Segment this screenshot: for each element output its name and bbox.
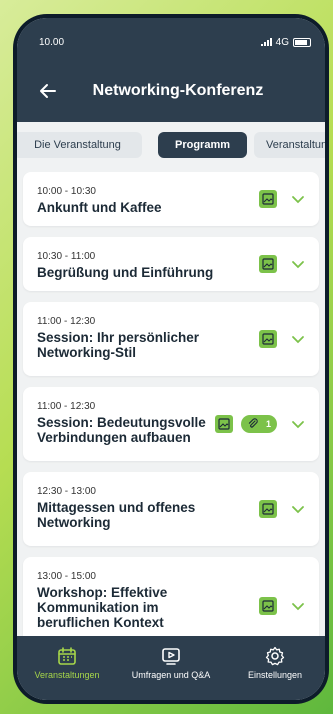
status-indicators: 4G	[260, 36, 311, 48]
chevron-down-icon[interactable]	[291, 502, 305, 516]
chevron-down-icon[interactable]	[291, 192, 305, 206]
image-icon[interactable]	[259, 330, 277, 348]
gear-icon	[265, 646, 285, 666]
nav-label: Umfragen und Q&A	[131, 670, 211, 680]
nav-label: Veranstaltungen	[34, 670, 100, 680]
tab-veranstaltungs[interactable]: Veranstaltungs	[254, 132, 325, 158]
session-time: 11:00 - 12:30	[37, 316, 96, 327]
tab-die-veranstaltung[interactable]: Die Veranstaltung	[17, 132, 142, 158]
chevron-down-icon[interactable]	[291, 417, 305, 431]
paperclip-icon	[248, 418, 258, 428]
session-card[interactable]: 10:30 - 11:00 Begrüßung und Einführung	[23, 237, 319, 291]
image-icon[interactable]	[215, 415, 233, 433]
tab-programm[interactable]: Programm	[158, 132, 247, 158]
network-type: 4G	[275, 36, 289, 48]
bottom-nav: Veranstaltungen Umfragen und Q&A Einstel…	[17, 636, 325, 700]
header-row: Networking-Konferenz	[17, 76, 325, 106]
phone-frame: 10.00 4G Networking-Konferenz Die Verans…	[13, 14, 329, 704]
session-list: 10:00 - 10:30 Ankunft und Kaffee 10:30 -…	[17, 172, 325, 636]
play-screen-icon	[162, 648, 180, 665]
nav-umfragen[interactable]: Umfragen und Q&A	[121, 646, 221, 680]
calendar-icon	[58, 647, 76, 665]
session-title: Workshop: Effektive Kommunikation im ber…	[37, 585, 168, 630]
session-time: 11:00 - 12:30	[37, 401, 96, 412]
attachment-badge[interactable]: 1	[241, 415, 277, 433]
session-card[interactable]: 11:00 - 12:30 Session: Bedeutungsvolle V…	[23, 387, 319, 461]
chevron-down-icon[interactable]	[291, 332, 305, 346]
session-title: Session: Ihr persönlicher Networking-Sti…	[37, 330, 200, 360]
nav-einstellungen[interactable]: Einstellungen	[225, 646, 325, 680]
session-title: Session: Bedeutungsvolle Verbindungen au…	[37, 415, 206, 445]
session-time: 12:30 - 13:00	[37, 486, 96, 497]
session-title: Ankunft und Kaffee	[37, 200, 162, 215]
top-bar: 10.00 4G Networking-Konferenz	[17, 18, 325, 122]
session-time: 10:00 - 10:30	[37, 186, 96, 197]
signal-icon	[260, 38, 272, 46]
chevron-down-icon[interactable]	[291, 257, 305, 271]
battery-icon	[293, 37, 311, 47]
image-icon[interactable]	[259, 597, 277, 615]
nav-label: Einstellungen	[247, 670, 303, 680]
app-screen: 10.00 4G Networking-Konferenz Die Verans…	[17, 18, 325, 700]
tab-bar: Die Veranstaltung Programm Veranstaltung…	[17, 122, 325, 168]
image-icon[interactable]	[259, 255, 277, 273]
chevron-down-icon[interactable]	[291, 599, 305, 613]
session-time: 13:00 - 15:00	[37, 571, 96, 582]
session-card[interactable]: 13:00 - 15:00 Workshop: Effektive Kommun…	[23, 557, 319, 636]
image-icon[interactable]	[259, 500, 277, 518]
session-title: Begrüßung und Einführung	[37, 265, 214, 280]
image-icon[interactable]	[259, 190, 277, 208]
session-card[interactable]: 10:00 - 10:30 Ankunft und Kaffee	[23, 172, 319, 226]
session-card[interactable]: 11:00 - 12:30 Session: Ihr persönlicher …	[23, 302, 319, 376]
session-time: 10:30 - 11:00	[37, 251, 96, 262]
status-time: 10.00	[39, 36, 65, 48]
session-title: Mittagessen und offenes Networking	[37, 500, 196, 530]
status-bar: 10.00 4G	[39, 36, 311, 48]
back-arrow-icon[interactable]	[35, 78, 61, 104]
session-card[interactable]: 12:30 - 13:00 Mittagessen und offenes Ne…	[23, 472, 319, 546]
nav-veranstaltungen[interactable]: Veranstaltungen	[17, 646, 117, 680]
attachment-count: 1	[265, 419, 271, 429]
page-title: Networking-Konferenz	[92, 82, 264, 99]
